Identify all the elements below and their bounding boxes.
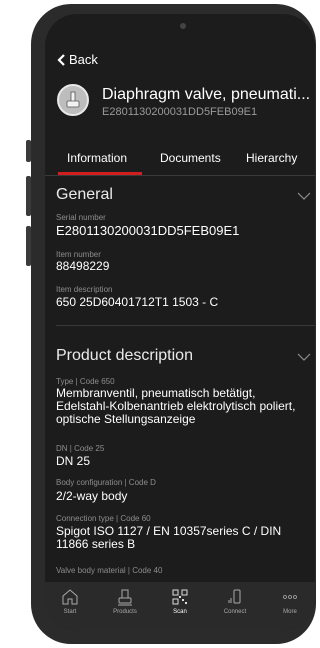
bottom-navigation: Start Products Scan Connect More — [45, 582, 315, 630]
body-configuration-value: 2/2-way body — [56, 489, 128, 503]
nav-connect[interactable]: Connect — [210, 588, 260, 615]
volume-up-button — [26, 176, 31, 216]
nav-scan[interactable]: Scan — [155, 588, 205, 615]
app-screen: Back Diaphragm valve, pneumati... E28011… — [45, 14, 315, 630]
body-configuration-label: Body configuration | Code D — [56, 478, 156, 487]
nav-more[interactable]: More — [265, 588, 315, 615]
connection-type-label: Connection type | Code 60 — [56, 514, 151, 523]
tab-hierarchy[interactable]: Hierarchy — [246, 151, 297, 165]
product-description-section-title[interactable]: Product description — [56, 347, 193, 365]
chevron-left-icon — [57, 53, 65, 66]
item-number-label: Item number — [56, 250, 101, 259]
product-title: Diaphragm valve, pneumati... — [102, 86, 311, 103]
dn-label: DN | Code 25 — [56, 444, 105, 453]
serial-number-label: Serial number — [56, 213, 106, 222]
connection-type-value: Spigot ISO 1127 / EN 10357series C / DIN… — [56, 524, 282, 551]
volume-down-button — [26, 226, 31, 266]
back-label: Back — [69, 52, 98, 67]
general-section-title[interactable]: General — [56, 186, 113, 204]
chevron-down-icon[interactable] — [297, 353, 311, 362]
product-subtitle: E2801130200031DD5FEB09E1 — [102, 106, 258, 118]
home-icon — [62, 589, 78, 605]
product-header: Diaphragm valve, pneumati... E2801130200… — [57, 84, 315, 126]
tab-bar: Information Documents Hierarchy — [45, 145, 315, 176]
dn-value: DN 25 — [56, 454, 91, 468]
connect-icon — [228, 589, 241, 604]
tab-documents[interactable]: Documents — [160, 151, 221, 165]
item-number-value: 88498229 — [56, 259, 110, 273]
valve-body-material-label: Valve body material | Code 40 — [56, 566, 163, 575]
nav-products[interactable]: Products — [100, 588, 150, 615]
nav-start[interactable]: Start — [45, 588, 95, 615]
chevron-down-icon[interactable] — [297, 192, 311, 201]
mute-switch — [26, 140, 31, 162]
qr-scan-icon — [172, 589, 188, 605]
type-label: Type | Code 650 — [56, 377, 115, 386]
item-description-value: 650 25D60401712T1 1503 - C — [56, 295, 219, 309]
more-icon — [283, 595, 297, 599]
back-button[interactable]: Back — [57, 52, 98, 67]
item-description-label: Item description — [56, 285, 113, 294]
products-icon — [118, 589, 132, 606]
section-divider — [56, 325, 315, 326]
valve-logo-icon — [57, 84, 89, 116]
serial-number-value: E2801130200031DD5FEB09E1 — [56, 223, 240, 238]
type-value: Membranventil, pneumatisch betätigt, Ede… — [56, 386, 296, 426]
tab-information[interactable]: Information — [67, 151, 127, 165]
active-tab-indicator — [58, 172, 142, 175]
front-camera — [180, 23, 186, 29]
